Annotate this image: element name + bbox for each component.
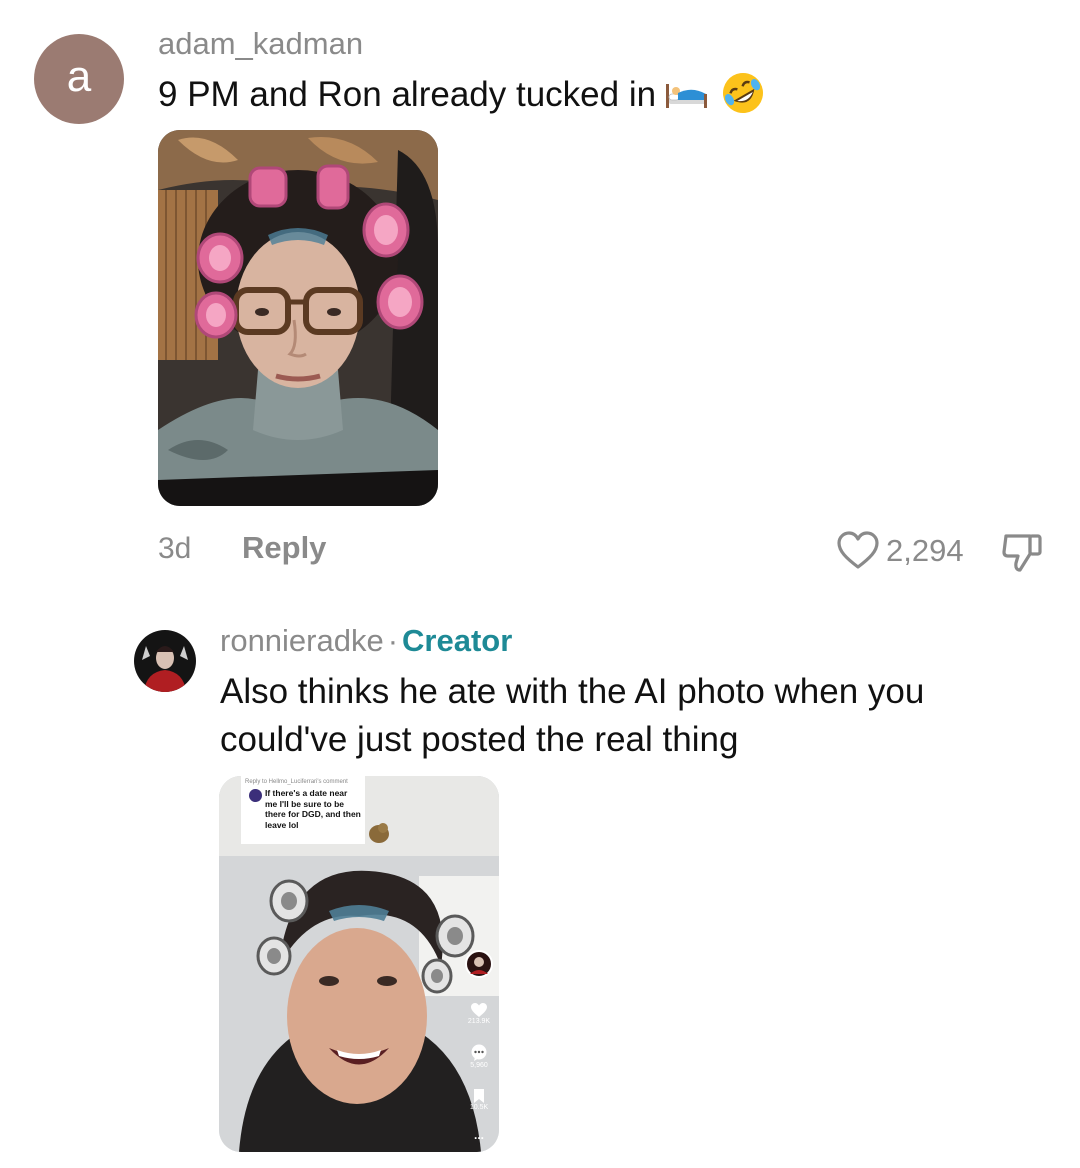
sticker-header: Reply to Hellmo_Luciferrari's comment — [245, 779, 348, 785]
comment-username[interactable]: ronnieradke — [220, 623, 384, 658]
video-like: 213.9K — [459, 1002, 499, 1025]
laughing-emoji-icon — [723, 73, 764, 113]
sticker-text: If there's a date near me I'll be sure t… — [265, 788, 361, 830]
separator-dot: · — [387, 623, 399, 658]
thumbs-down-icon[interactable] — [1000, 530, 1046, 574]
bed-emoji-icon — [666, 84, 708, 108]
comment-timestamp: 3d — [158, 532, 192, 565]
comment-body: Also thinks he ate with the AI photo whe… — [220, 672, 925, 759]
comment-bubble-icon — [471, 1044, 487, 1061]
heart-icon[interactable] — [836, 530, 880, 570]
comment-header: ronnieradke · Creator — [220, 623, 512, 659]
video-comment-count: 5,960 — [470, 1062, 488, 1069]
sticker-body: If there's a date near me I'll be sure t… — [245, 788, 361, 830]
video-save-count: 10.5K — [469, 1104, 489, 1111]
like-count: 2,294 — [886, 533, 964, 568]
comment-text: 9 PM and Ron already tucked in — [158, 70, 766, 116]
video-comments: 5,960 — [459, 1044, 499, 1069]
comment-thread: a adam_kadman 9 PM and Ron already tucke… — [0, 0, 1080, 1168]
comment-body: 9 PM and Ron already tucked in — [158, 75, 657, 114]
comment-username[interactable]: adam_kadman — [158, 26, 363, 62]
heart-icon — [471, 1003, 487, 1017]
reply-sticker: Reply to Hellmo_Luciferrari's comment If… — [241, 776, 365, 844]
video-saves: 10.5K — [459, 1088, 499, 1111]
video-like-count: 213.9K — [467, 1018, 491, 1025]
avatar[interactable] — [134, 630, 196, 692]
sticker-avatar — [249, 789, 262, 802]
reply-button[interactable]: Reply — [242, 530, 326, 566]
bookmark-icon — [474, 1089, 484, 1103]
creator-badge: Creator — [402, 623, 513, 658]
video-thumbnail[interactable]: Reply to Hellmo_Luciferrari's comment If… — [219, 776, 499, 1152]
more-icon: ... — [473, 1128, 484, 1142]
avatar[interactable]: a — [34, 34, 124, 124]
comment-photo[interactable] — [158, 130, 438, 506]
